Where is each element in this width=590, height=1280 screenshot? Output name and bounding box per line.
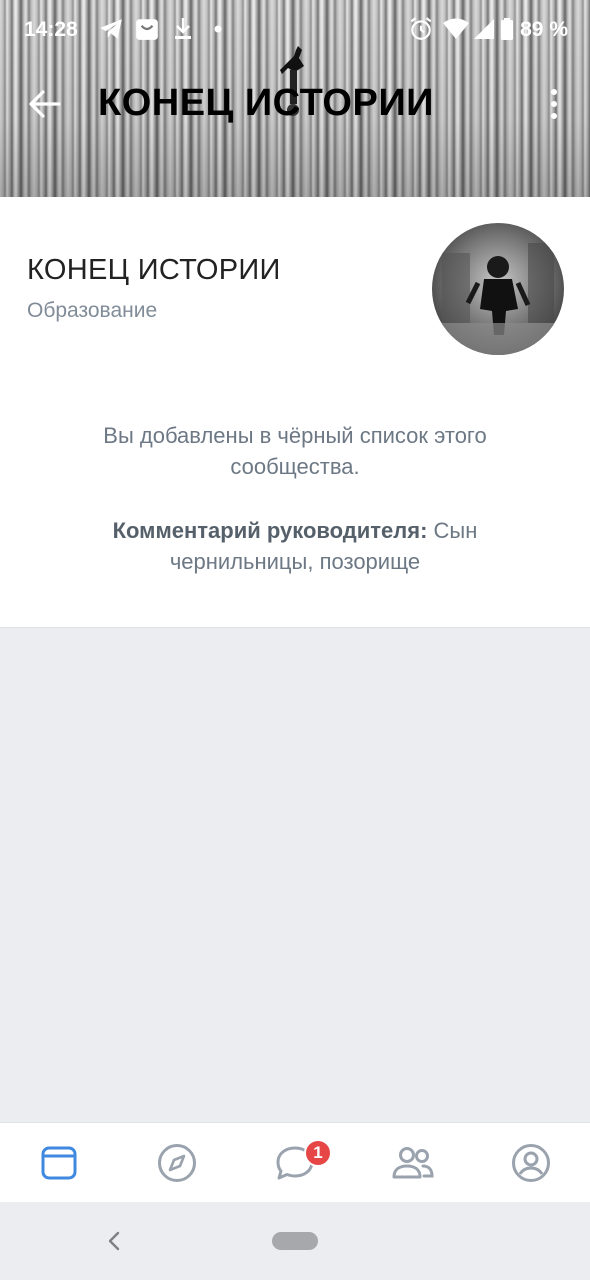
admin-comment: Комментарий руководителя: Сын чернильниц…	[40, 515, 550, 577]
system-home-button[interactable]	[272, 1232, 318, 1250]
battery-icon	[501, 18, 513, 40]
feed-icon	[41, 1146, 77, 1179]
battery-percent: 89 %	[520, 18, 568, 41]
tab-discover[interactable]	[118, 1123, 236, 1202]
group-name: КОНЕЦ ИСТОРИИ	[27, 254, 281, 286]
more-dot-icon	[551, 89, 557, 95]
wifi-icon	[443, 18, 469, 39]
tab-profile[interactable]	[472, 1123, 590, 1202]
system-back-button[interactable]	[100, 1226, 128, 1256]
download-icon	[175, 18, 191, 39]
more-dot-icon	[551, 101, 557, 107]
shopping-bag-icon	[136, 19, 158, 40]
more-menu-button[interactable]	[544, 86, 564, 122]
admin-comment-label: Комментарий руководителя:	[112, 518, 428, 543]
page-title: КОНЕЦ ИСТОРИИ	[98, 82, 434, 124]
friends-icon	[392, 1146, 434, 1178]
group-avatar[interactable]	[432, 223, 564, 355]
tab-messages[interactable]: 1	[236, 1123, 354, 1202]
bottom-tab-bar: 1	[0, 1122, 590, 1202]
signal-icon	[474, 19, 494, 39]
notification-dot-icon	[214, 25, 222, 33]
more-dot-icon	[551, 113, 557, 119]
group-category: Образование	[27, 299, 158, 322]
chevron-left-icon	[108, 1231, 120, 1251]
blacklist-message: Вы добавлены в чёрный список этого сообщ…	[103, 423, 487, 479]
system-navigation-bar	[0, 1202, 590, 1280]
profile-icon	[512, 1143, 550, 1182]
avatar-photo-image	[432, 243, 564, 355]
tab-feed[interactable]	[0, 1123, 118, 1202]
status-time: 14:28	[24, 18, 78, 41]
alarm-icon	[410, 17, 432, 40]
group-header-card: КОНЕЦ ИСТОРИИ Образование Вы добавлены в…	[0, 197, 590, 628]
back-button[interactable]	[24, 84, 64, 124]
telegram-icon	[100, 19, 122, 39]
compass-icon	[158, 1143, 196, 1182]
status-bar: 14:28 89 %	[0, 0, 590, 60]
messages-badge: 1	[304, 1139, 332, 1167]
arrow-left-icon	[29, 90, 61, 118]
tab-friends[interactable]	[354, 1123, 472, 1202]
